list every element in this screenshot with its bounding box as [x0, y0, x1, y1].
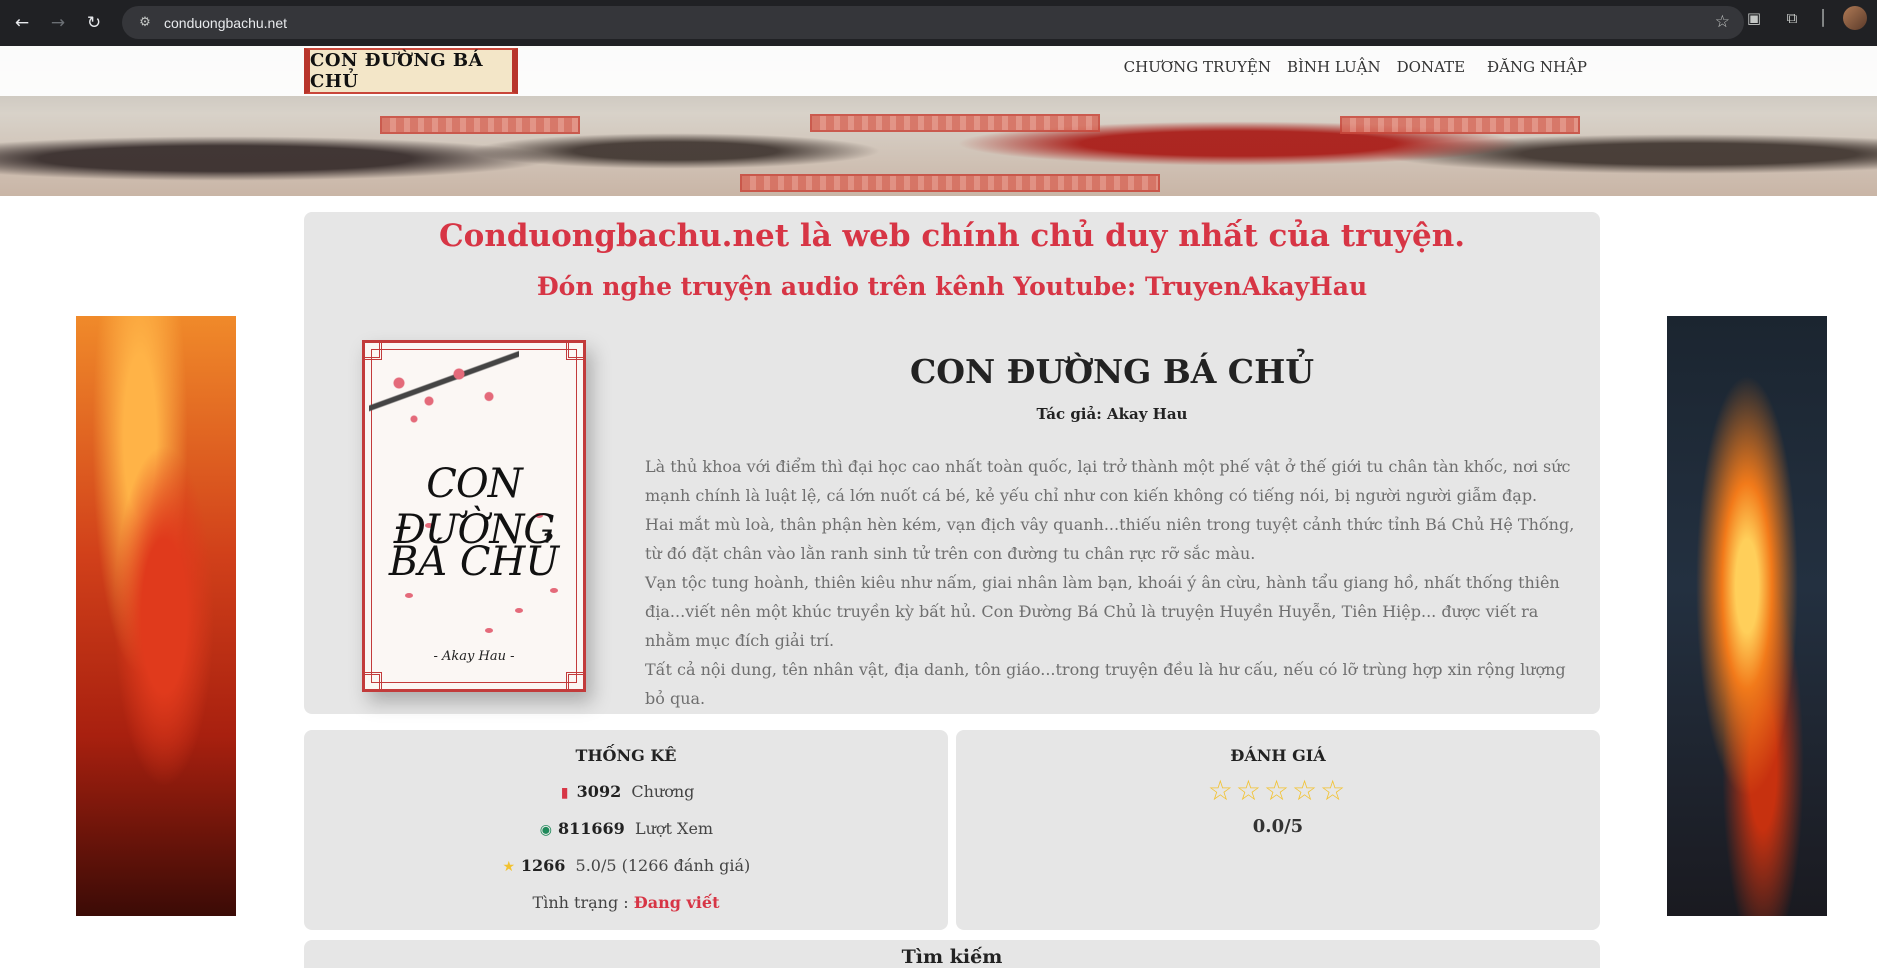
chapters-count: 3092	[576, 782, 622, 801]
left-dragon-banner[interactable]	[76, 316, 236, 916]
banner-carpet	[380, 116, 580, 134]
book-description: Là thủ khoa với điểm thì đại học cao nhấ…	[645, 452, 1577, 713]
banner-carpet	[740, 174, 1160, 192]
rating-summary: 5.0/5 (1266 đánh giá)	[575, 856, 751, 875]
nav-chapters[interactable]: CHƯƠNG TRUYỆN	[1124, 58, 1271, 76]
forward-icon[interactable]: →	[40, 5, 76, 41]
star-icon: ★	[502, 859, 515, 875]
status-label: Tình trạng :	[532, 893, 629, 912]
rating-card: ĐÁNH GIÁ ☆☆☆☆☆ 0.0/5	[956, 730, 1600, 930]
search-card: Tìm kiếm	[304, 940, 1600, 968]
description-paragraph: Tất cả nội dung, tên nhân vật, địa danh,…	[645, 660, 1566, 708]
eye-icon: ◉	[539, 822, 553, 838]
status-stat: Tình trạng : Đang viết	[304, 893, 948, 912]
banner-carpet	[1340, 116, 1580, 134]
nav-comments[interactable]: BÌNH LUẬN	[1287, 58, 1381, 76]
description-paragraph: Hai mắt mù loà, thân phận hèn kém, vạn đ…	[645, 515, 1575, 563]
rating-stat: ★ 1266 5.0/5 (1266 đánh giá)	[304, 856, 948, 875]
nav-login[interactable]: ĐĂNG NHẬP	[1487, 58, 1587, 76]
views-label: Lượt Xem	[634, 819, 714, 838]
stats-heading: THỐNG KÊ	[575, 746, 677, 765]
status-value: Đang viết	[633, 893, 720, 912]
main-nav: CHƯƠNG TRUYỆN BÌNH LUẬN DONATE ĐĂNG NHẬP	[1124, 58, 1587, 76]
toolbar-divider: │	[1818, 9, 1828, 27]
back-icon[interactable]: ←	[4, 5, 40, 41]
book-title: CON ĐƯỜNG BÁ CHỦ	[909, 352, 1315, 391]
rating-count: 1266	[520, 856, 566, 875]
bookmark-star-icon[interactable]: ☆	[1715, 12, 1730, 32]
cherry-blossom-art	[369, 347, 519, 437]
book-author: Tác giả: Akay Hau	[1036, 405, 1188, 423]
stats-card: THỐNG KÊ ▮ 3092 Chương ◉ 811669 Lượt Xem…	[304, 730, 948, 930]
youtube-notice: Đón nghe truyện audio trên kênh Youtube:…	[536, 272, 1368, 301]
profile-avatar[interactable]	[1843, 6, 1867, 30]
reload-icon[interactable]: ↻	[76, 5, 112, 41]
bookmark-icon: ▮	[560, 785, 569, 801]
search-heading: Tìm kiếm	[901, 946, 1003, 968]
chapters-label: Chương	[631, 782, 695, 801]
site-info-icon[interactable]: ⚙	[130, 15, 160, 30]
description-paragraph: Là thủ khoa với điểm thì đại học cao nhấ…	[645, 457, 1571, 505]
book-cover: CON ĐƯỜNG BÁ CHỦ - Akay Hau -	[362, 340, 586, 692]
right-phoenix-banner[interactable]	[1667, 316, 1827, 916]
chapters-stat: ▮ 3092 Chương	[304, 782, 948, 801]
extension-icon[interactable]: ▣	[1743, 7, 1765, 29]
views-count: 811669	[558, 819, 625, 838]
site-header	[0, 46, 1877, 96]
nav-donate[interactable]: DONATE	[1397, 58, 1465, 76]
cover-title-line2: BÁ CHỦ	[388, 539, 560, 585]
url-text[interactable]: conduongbachu.net	[164, 15, 287, 31]
cover-author: - Akay Hau -	[433, 649, 515, 664]
site-logo[interactable]: CON ĐƯỜNG BÁ CHỦ	[304, 48, 518, 94]
rating-heading: ĐÁNH GIÁ	[1230, 746, 1326, 765]
rating-value: 0.0/5	[1252, 816, 1304, 837]
rating-stars-input[interactable]: ☆☆☆☆☆	[956, 774, 1600, 807]
story-info-card: Conduongbachu.net là web chính chủ duy n…	[304, 212, 1600, 714]
description-paragraph: Vạn tộc tung hoành, thiên kiêu như nấm, …	[645, 573, 1560, 650]
views-stat: ◉ 811669 Lượt Xem	[304, 819, 948, 838]
browser-toolbar: ← → ↻ ⚙ conduongbachu.net ☆ ▣ ⧉ │	[0, 0, 1877, 46]
banner-carpet	[810, 114, 1100, 132]
extensions-puzzle-icon[interactable]: ⧉	[1781, 7, 1803, 29]
official-site-notice: Conduongbachu.net là web chính chủ duy n…	[438, 218, 1466, 254]
address-bar[interactable]: ⚙ conduongbachu.net ☆	[122, 6, 1744, 39]
